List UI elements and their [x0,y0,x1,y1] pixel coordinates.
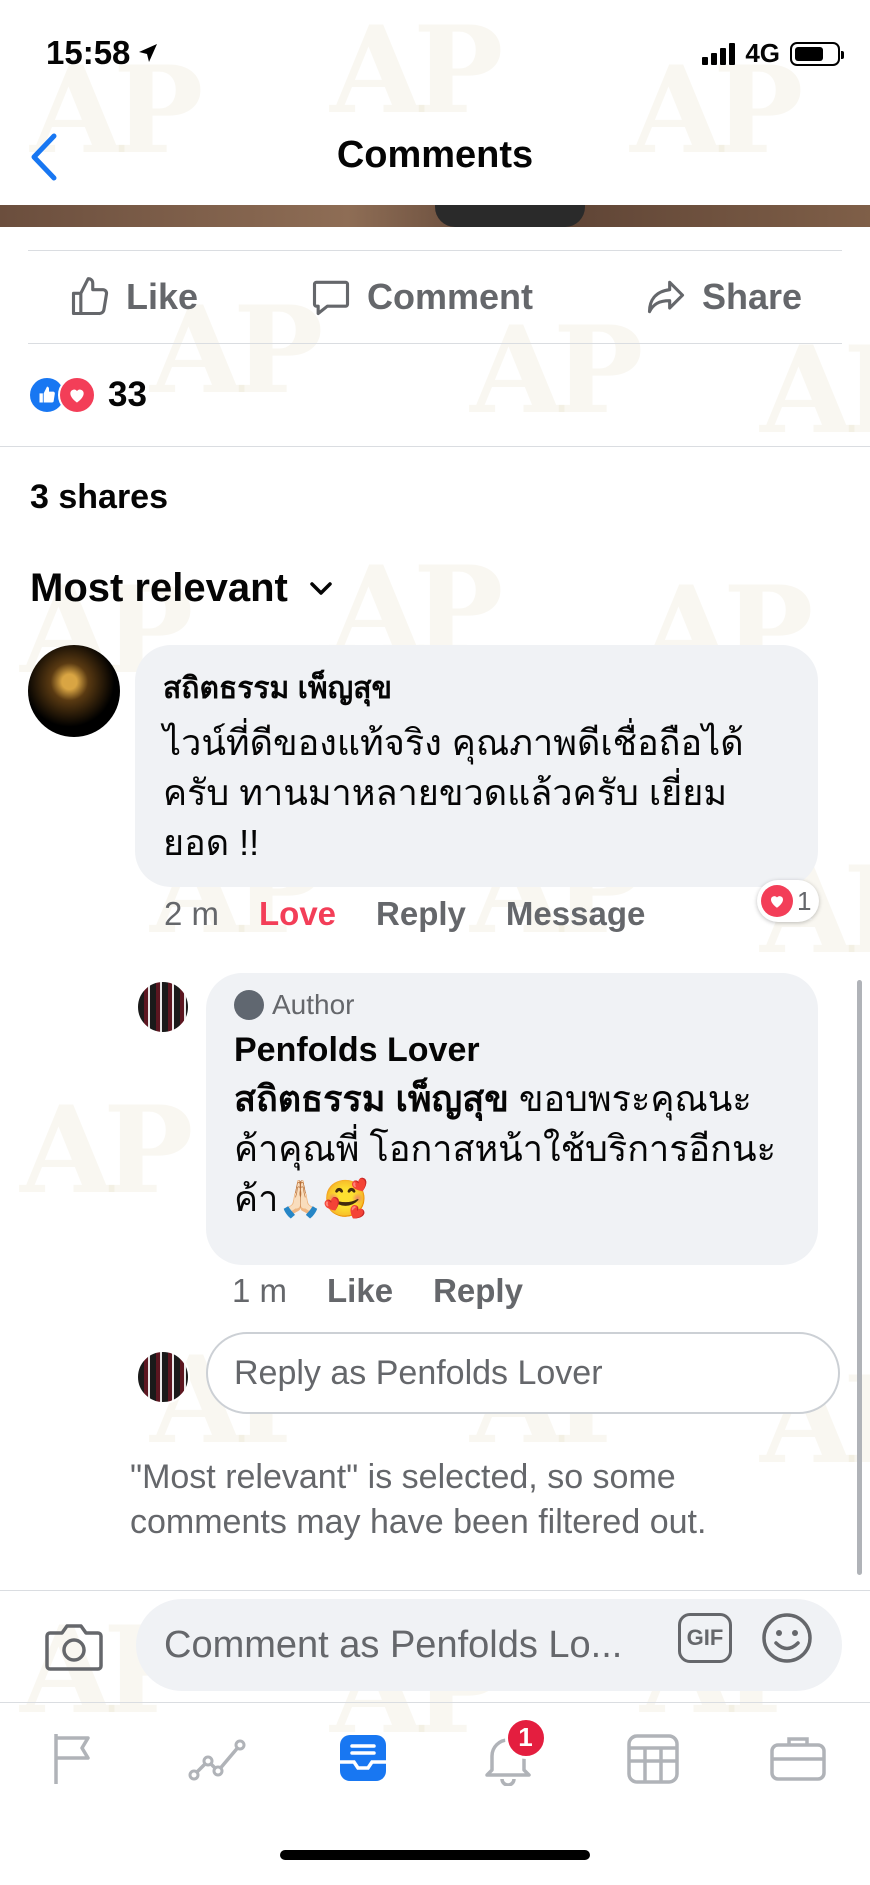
author-icon [234,990,264,1020]
page-title: Comments [336,134,534,176]
filter-note: "Most relevant" is selected, so some com… [130,1458,707,1541]
mention-link[interactable]: สถิตธรรม เพ็ญสุข [234,1078,509,1119]
reply-button[interactable]: Reply [433,1272,523,1310]
network-label: 4G [745,38,780,68]
status-time: 15:58 [46,34,160,72]
calendar-grid-icon [626,1733,679,1784]
love-reaction-icon [761,885,793,917]
comment-bubble: สถิตธรรม เพ็ญสุข ไวน์ที่ดีของแท้จริง คุณ… [135,645,818,887]
reply-time: 1 m [232,1272,288,1309]
like-button[interactable]: Like [327,1272,393,1310]
camera-button[interactable] [44,1621,104,1673]
reaction-count: 33 [108,375,147,414]
thumbs-up-icon [71,277,109,316]
home-indicator[interactable] [280,1850,590,1860]
tab-calendar[interactable] [618,1723,688,1793]
chevron-down-icon [310,581,332,595]
briefcase-icon [769,1736,826,1781]
comment-button[interactable]: Comment [309,275,533,319]
comment-bubble-icon [312,280,350,316]
share-arrow-icon [647,280,684,314]
avatar [136,1350,190,1404]
reply-input[interactable]: Reply as Penfolds Lover [206,1332,840,1414]
message-button[interactable]: Message [506,895,645,933]
love-button[interactable]: Love [259,895,336,933]
comment-actions: 2 m Love Reply Message [164,895,645,933]
comment-time: 2 m [164,895,220,932]
avatar[interactable] [28,645,120,737]
reply-author[interactable]: Penfolds Lover [234,1031,790,1070]
gif-button[interactable]: GIF [678,1613,732,1663]
comment-author[interactable]: สถิตธรรม เพ็ญสุข [163,665,790,712]
divider [0,446,870,447]
header: Comments [0,100,870,227]
post-photo [0,205,870,227]
sort-label: Most relevant [30,566,288,610]
comment-reaction-badge[interactable]: 1 [757,880,820,922]
reply-button[interactable]: Reply [376,895,466,933]
smiley-icon [762,1613,812,1663]
battery-icon [790,41,844,66]
status-bar: 15:58 4G [0,0,870,100]
location-arrow-icon [139,44,158,62]
comment-composer: Comment as Penfolds Lo... GIF [0,1590,870,1700]
love-reaction-icon [58,376,96,414]
scrollbar[interactable] [857,980,862,1575]
author-badge: Author [234,989,790,1021]
like-button[interactable]: Like [68,275,198,319]
reply-bubble: Author Penfolds Lover สถิตธรรม เพ็ญสุข ข… [206,973,818,1265]
signal-icon [702,42,736,65]
avatar[interactable] [136,980,190,1034]
inbox-icon [339,1734,386,1781]
tab-insights[interactable] [183,1723,253,1793]
insights-graph-icon [188,1739,245,1780]
post-action-bar: Like Comment Share [28,250,842,344]
tab-tools[interactable] [763,1723,833,1793]
reply-actions: 1 m Like Reply [232,1272,523,1310]
shares-count[interactable]: 3 shares [30,478,870,517]
emoji-button[interactable] [760,1611,814,1665]
flag-icon [53,1733,90,1784]
tab-notifications[interactable]: 1 [473,1716,547,1793]
tab-pages[interactable] [38,1723,108,1793]
camera-icon [45,1624,103,1671]
reply-text: สถิตธรรม เพ็ญสุข ขอบพระคุณนะค้าคุณพี่ โอ… [234,1078,776,1219]
tab-bar: 1 [0,1702,870,1812]
comments-list: สถิตธรรม เพ็ญสุข ไวน์ที่ดีของแท้จริง คุณ… [0,0,870,1590]
reactions-summary[interactable]: 33 [0,370,870,420]
sort-dropdown[interactable]: Most relevant [30,566,870,611]
notification-badge: 1 [504,1716,547,1759]
comment-text: ไวน์ที่ดีของแท้จริง คุณภาพดีเชื่อถือได้ค… [163,722,744,863]
share-button[interactable]: Share [644,275,802,319]
tab-inbox[interactable] [328,1723,398,1793]
comment-input[interactable]: Comment as Penfolds Lo... [136,1599,842,1691]
